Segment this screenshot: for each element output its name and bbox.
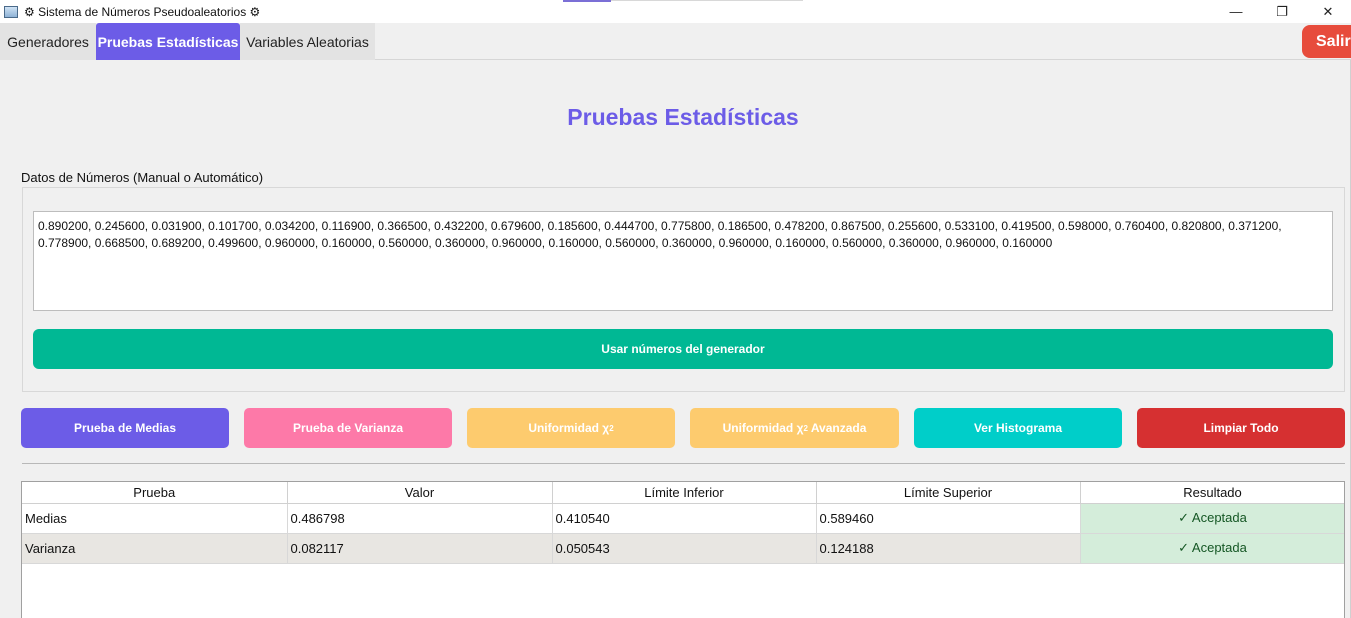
- exit-button[interactable]: Salir: [1302, 25, 1351, 58]
- table-cell: 0.082117: [287, 533, 553, 564]
- table-cell: 0.124188: [816, 533, 1081, 564]
- table-cell: 0.589460: [816, 503, 1081, 534]
- tab-pruebas-estadisticas[interactable]: Pruebas Estadísticas: [96, 23, 240, 60]
- title-accent-line: [563, 0, 611, 2]
- divider: [22, 463, 1345, 464]
- table-cell: Varianza: [22, 533, 288, 564]
- result-cell: ✓ Aceptada: [1080, 533, 1344, 564]
- superscript-two: 2: [609, 423, 614, 433]
- test-means-button[interactable]: Prueba de Medias: [21, 408, 229, 448]
- uniformity-chi-advanced-label: Uniformidad χ: [722, 421, 804, 435]
- column-header-valor[interactable]: Valor: [287, 482, 553, 504]
- table-cell: Medias: [22, 503, 288, 534]
- column-header-prueba[interactable]: Prueba: [22, 482, 288, 504]
- table-cell: 0.410540: [552, 503, 817, 534]
- column-header-limite-inferior[interactable]: Límite Inferior: [552, 482, 817, 504]
- page-title: Pruebas Estadísticas: [567, 104, 799, 130]
- tab-bar: Generadores Pruebas Estadísticas Variabl…: [0, 23, 1351, 60]
- view-histogram-label: Ver Histograma: [973, 421, 1063, 435]
- use-generator-button[interactable]: Usar números del generador: [33, 329, 1333, 369]
- uniformity-chi-button[interactable]: Uniformidad χ2: [467, 408, 675, 448]
- test-variance-button[interactable]: Prueba de Varianza: [244, 408, 452, 448]
- title-accent-line-secondary: [611, 0, 803, 1]
- column-header-limite-superior[interactable]: Límite Superior: [816, 482, 1081, 504]
- restore-button[interactable]: ❐: [1259, 0, 1305, 23]
- table-row[interactable]: Varianza 0.082117 0.050543 0.124188 ✓ Ac…: [22, 533, 1344, 564]
- table-cell: 0.050543: [552, 533, 817, 564]
- test-variance-label: Prueba de Varianza: [292, 421, 404, 435]
- numbers-input[interactable]: 0.890200, 0.245600, 0.031900, 0.101700, …: [33, 211, 1333, 311]
- minimize-button[interactable]: —: [1213, 0, 1259, 23]
- title-bar: ⚙ Sistema de Números Pseudoaleatorios ⚙ …: [0, 0, 1351, 23]
- results-table[interactable]: Prueba Valor Límite Inferior Límite Supe…: [21, 481, 1345, 618]
- table-cell: 0.486798: [287, 503, 553, 534]
- table-row[interactable]: Medias 0.486798 0.410540 0.589460 ✓ Acep…: [22, 503, 1344, 534]
- view-histogram-button[interactable]: Ver Histograma: [914, 408, 1122, 448]
- clear-all-label: Limpiar Todo: [1203, 421, 1279, 435]
- data-group-label: Datos de Números (Manual o Automático): [21, 170, 264, 185]
- window-title: ⚙ Sistema de Números Pseudoaleatorios ⚙: [24, 4, 261, 19]
- tab-generadores[interactable]: Generadores: [0, 23, 96, 60]
- content-panel: Pruebas Estadísticas Datos de Números (M…: [0, 60, 1351, 618]
- uniformity-chi-label: Uniformidad χ: [528, 421, 610, 435]
- result-cell: ✓ Aceptada: [1080, 503, 1344, 534]
- column-header-resultado[interactable]: Resultado: [1080, 482, 1344, 504]
- window-controls: — ❐ ✕: [1213, 0, 1351, 23]
- uniformity-advanced-suffix: Avanzada: [807, 421, 867, 435]
- uniformity-chi-advanced-button[interactable]: Uniformidad χ2 Avanzada: [690, 408, 899, 448]
- app-icon: [4, 5, 18, 18]
- tab-variables-aleatorias[interactable]: Variables Aleatorias: [240, 23, 375, 60]
- table-header-row: Prueba Valor Límite Inferior Límite Supe…: [22, 482, 1344, 504]
- clear-all-button[interactable]: Limpiar Todo: [1137, 408, 1345, 448]
- close-button[interactable]: ✕: [1305, 0, 1351, 23]
- test-means-label: Prueba de Medias: [73, 421, 177, 435]
